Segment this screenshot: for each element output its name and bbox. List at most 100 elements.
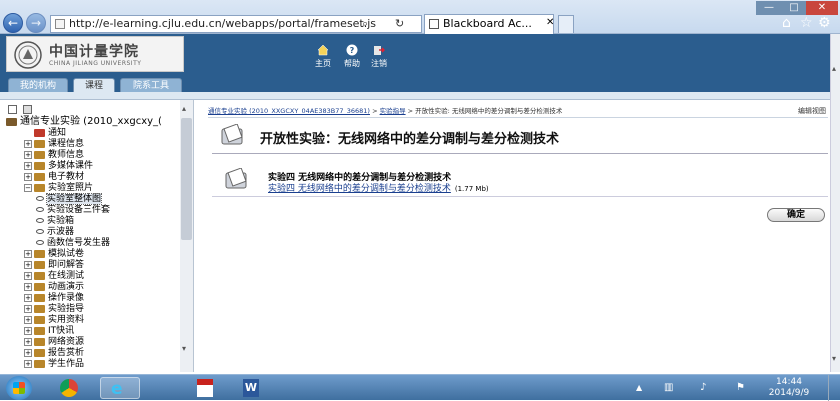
close-button[interactable]: ✕ xyxy=(806,1,838,15)
expand-icon[interactable]: + xyxy=(24,348,32,357)
tray-arrow-icon[interactable]: ▲ xyxy=(636,383,642,392)
tree-item[interactable]: + 课程信息 xyxy=(24,139,84,150)
tab-courses[interactable]: 课程 xyxy=(73,78,115,93)
back-button[interactable]: ← xyxy=(3,13,23,33)
home-browser-icon[interactable]: ⌂ xyxy=(782,15,791,31)
item-attachment: 实验四 无线网络中的差分调制与差分检测技术 (1.77 Mb) xyxy=(268,181,489,194)
breadcrumb-course-link[interactable]: 通信专业实验 (2010_XXGCXY_04AE383B77_36681) xyxy=(208,107,370,115)
expand-icon[interactable]: + xyxy=(24,315,32,324)
gear-icon[interactable]: ⚙ xyxy=(818,15,831,31)
collapse-view-button[interactable]: 编辑视图 xyxy=(798,106,826,116)
tree-item[interactable]: 通知 xyxy=(24,128,66,139)
tree-item[interactable]: 实验箱 xyxy=(36,216,74,227)
tree-item[interactable]: + 操作录像 xyxy=(24,293,84,304)
expand-icon[interactable]: + xyxy=(24,150,32,159)
help-link[interactable]: ? 帮助 xyxy=(337,44,367,69)
favorites-icon[interactable]: ☆ xyxy=(800,15,813,31)
tree-item[interactable]: 实验室整体图 xyxy=(36,193,103,205)
tree-root[interactable]: 通信专业实验 (2010_xxgcxy_( xyxy=(6,116,162,127)
scroll-down-arrow-icon[interactable]: ▾ xyxy=(182,344,186,353)
home-link[interactable]: 主页 xyxy=(308,44,338,69)
word-taskbar-button[interactable]: W xyxy=(232,377,272,399)
logout-link[interactable]: 注销 xyxy=(364,44,394,69)
system-clock[interactable]: 14:44 2014/9/9 xyxy=(764,377,814,399)
start-button[interactable] xyxy=(6,376,32,400)
tree-item[interactable]: + 报告赏析 xyxy=(24,348,84,359)
show-desktop-button[interactable] xyxy=(828,375,840,401)
tree-item[interactable]: + 动画演示 xyxy=(24,282,84,293)
chrome-icon xyxy=(60,379,78,397)
expand-icon[interactable]: + xyxy=(24,359,32,368)
scroll-up-arrow-icon[interactable]: ▴ xyxy=(182,104,186,113)
tree-item[interactable]: + 实用资料 xyxy=(24,315,84,326)
tab-title: Blackboard Ac... xyxy=(443,17,532,30)
breadcrumb-current: 开放性实验: 无线网络中的差分调制与差分检测技术 xyxy=(415,107,563,115)
collapse-icon[interactable]: − xyxy=(24,183,32,192)
tree-item-label: 函数信号发生器 xyxy=(47,238,111,248)
expand-icon[interactable]: + xyxy=(24,260,32,269)
expand-icon[interactable]: + xyxy=(24,337,32,346)
folder-icon xyxy=(34,326,45,335)
page-scroll-down-icon[interactable]: ▾ xyxy=(832,354,836,363)
windows-logo-icon xyxy=(13,382,25,394)
tree-item[interactable]: + 实验指导 xyxy=(24,304,84,315)
network-icon[interactable]: ▥ xyxy=(664,382,673,393)
folder-icon xyxy=(34,139,45,148)
tree-item[interactable]: + 学生作品 xyxy=(24,359,84,370)
tab-close-icon[interactable]: ✕ xyxy=(546,17,554,28)
tab-my-institution[interactable]: 我的机构 xyxy=(8,78,68,93)
tree-item-label: 多媒体课件 xyxy=(48,161,94,171)
pdf-taskbar-button[interactable] xyxy=(186,377,226,399)
tree-item[interactable]: + IT快讯 xyxy=(24,326,74,337)
tree-item[interactable]: 实验设备三件套 xyxy=(36,205,110,216)
tree-item[interactable]: + 电子教材 xyxy=(24,172,84,183)
collapse-all-icon[interactable] xyxy=(23,105,33,114)
expand-icon[interactable]: + xyxy=(24,293,32,302)
tree-item[interactable]: + 即问解答 xyxy=(24,260,84,271)
expand-all-icon[interactable] xyxy=(8,105,17,114)
folder-icon xyxy=(34,172,45,181)
ok-button[interactable]: 确定 xyxy=(767,208,825,222)
expand-icon[interactable]: + xyxy=(24,161,32,170)
expand-icon[interactable]: + xyxy=(24,282,32,291)
forward-button[interactable]: → xyxy=(26,13,46,33)
scroll-thumb[interactable] xyxy=(181,118,192,240)
expand-icon[interactable]: + xyxy=(24,326,32,335)
svg-text:?: ? xyxy=(350,46,355,55)
maximize-button[interactable]: □ xyxy=(782,1,806,15)
ie-taskbar-button[interactable]: e xyxy=(100,377,140,399)
file-doc-icon xyxy=(225,168,247,189)
attachment-link[interactable]: 实验四 无线网络中的差分调制与差分检测技术 xyxy=(268,184,451,194)
chrome-taskbar-button[interactable] xyxy=(50,377,90,399)
page-scrollbar[interactable]: ▴ ▾ xyxy=(830,34,840,372)
breadcrumb-section-link[interactable]: 实验指导 xyxy=(380,107,406,115)
page-scroll-up-icon[interactable]: ▴ xyxy=(832,64,836,73)
volume-icon[interactable]: ♪ xyxy=(700,382,706,393)
flag-icon[interactable]: ⚑ xyxy=(736,382,745,393)
tab-blackboard[interactable]: Blackboard Ac... xyxy=(424,14,554,34)
expand-icon[interactable]: + xyxy=(24,172,32,181)
item-divider xyxy=(212,196,828,197)
tree-item[interactable]: 函数信号发生器 xyxy=(36,238,110,249)
tree-item-label: 动画演示 xyxy=(48,282,85,292)
expand-icon[interactable]: + xyxy=(24,304,32,313)
tab-favicon-icon xyxy=(429,19,439,29)
tree-item[interactable]: + 模拟试卷 xyxy=(24,249,84,260)
minimize-button[interactable]: — xyxy=(756,1,782,15)
tree-item[interactable]: − 实验室照片 xyxy=(24,183,93,194)
tree-item-label: 即问解答 xyxy=(48,260,85,270)
tree-item[interactable]: + 教师信息 xyxy=(24,150,84,161)
expand-icon[interactable]: + xyxy=(24,249,32,258)
expand-icon[interactable]: + xyxy=(24,139,32,148)
refresh-icon[interactable]: ↻ xyxy=(395,17,404,30)
left-scrollbar[interactable]: ▴ ▾ xyxy=(180,100,193,372)
expand-icon[interactable]: + xyxy=(24,271,32,280)
new-tab-button[interactable] xyxy=(558,15,574,33)
tree-item[interactable]: + 在线测试 xyxy=(24,271,84,282)
search-icon[interactable]: ⌕ xyxy=(362,17,368,31)
tree-item[interactable]: + 网络资源 xyxy=(24,337,84,348)
tab-department-tools[interactable]: 院系工具 xyxy=(120,78,182,93)
tree-item[interactable]: 示波器 xyxy=(36,227,74,238)
folder-doc-icon xyxy=(221,124,243,145)
tree-item[interactable]: + 多媒体课件 xyxy=(24,161,93,172)
